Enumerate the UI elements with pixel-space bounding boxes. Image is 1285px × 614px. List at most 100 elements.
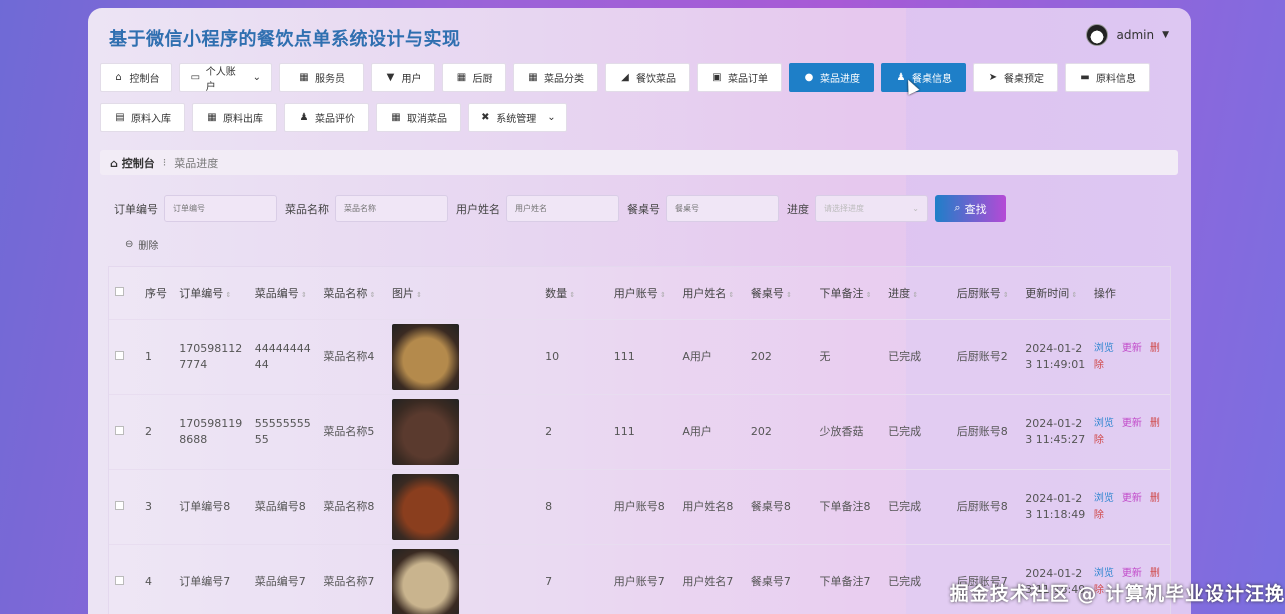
search-input-1[interactable]	[335, 195, 448, 222]
nav-label: 原料信息	[1096, 74, 1136, 85]
batch-delete-button[interactable]: ⊖ 删除	[125, 237, 158, 252]
edit-button[interactable]: 更新	[1122, 568, 1142, 579]
batch-delete-label: 删除	[138, 241, 159, 252]
dish-icon: ◢	[621, 72, 629, 83]
row-checkbox[interactable]	[115, 350, 124, 360]
select-all-checkbox[interactable]	[115, 287, 124, 297]
watermark: 掘金技术社区 @ 计算机毕业设计汪挽	[949, 583, 1285, 605]
nav-r2-4[interactable]: ✖ 系统管理 ⌄	[468, 103, 567, 132]
dish-image	[391, 548, 459, 614]
progress-placeholder: 请选择进度	[824, 204, 864, 213]
nav-r1-6[interactable]: ◢ 餐饮菜品	[605, 63, 690, 92]
cell-note: 下单备注7	[815, 543, 885, 614]
edit-button[interactable]: 更新	[1122, 418, 1142, 429]
nav-r1-4[interactable]: ▦ 后厨	[442, 63, 506, 92]
chevron-down-icon: ⌄	[912, 204, 919, 213]
minus-circle-icon: ⊖	[125, 239, 134, 250]
nav-r1-11[interactable]: ▬ 原料信息	[1065, 63, 1150, 92]
breadcrumb-home[interactable]: ⌂ 控制台	[110, 155, 155, 171]
sort-icon[interactable]: ⇕	[1069, 291, 1078, 299]
search-button[interactable]: ⌕ 查找	[935, 195, 1006, 222]
sort-icon[interactable]: ⇕	[223, 291, 232, 299]
nav-label: 菜品评价	[315, 114, 355, 125]
sort-icon[interactable]: ⇕	[567, 291, 575, 299]
cell-note: 无	[815, 318, 885, 394]
nav-r1-9[interactable]: ♟ 餐桌信息	[881, 63, 966, 92]
nav-r2-2[interactable]: ♟ 菜品评价	[284, 103, 369, 132]
nav-r1-3[interactable]: ▼ 用户	[371, 63, 435, 92]
column-header[interactable]: 菜品名称 ⇕	[319, 267, 388, 319]
column-header[interactable]: 后厨账号 ⇕	[953, 267, 1022, 319]
cell-qty: 2	[541, 393, 610, 469]
column-header[interactable]: 数量 ⇕	[541, 267, 610, 319]
cell-kitchen: 后厨账号2	[952, 318, 1022, 394]
nav-r1-5[interactable]: ▦ 菜品分类	[513, 63, 598, 92]
cell-idx: 2	[141, 393, 176, 469]
cell-idx: 4	[141, 543, 176, 614]
search-label: 订单编号	[114, 202, 158, 216]
view-button[interactable]: 浏览	[1094, 343, 1114, 354]
sort-icon[interactable]: ⇕	[864, 291, 872, 299]
search-bar: 订单编号 菜品名称 用户姓名 餐桌号 进度 请选择进度 ⌄ ⌕查找	[114, 195, 1006, 222]
cell-qty: 10	[541, 318, 610, 394]
nav-r1-0[interactable]: ⌂ 控制台	[100, 63, 172, 92]
sort-icon[interactable]: ⇕	[726, 291, 735, 299]
row-checkbox[interactable]	[115, 425, 124, 435]
sort-icon[interactable]: ⇕	[414, 291, 422, 299]
search-input-3[interactable]	[666, 195, 779, 222]
cell-progress: 已完成	[884, 393, 953, 469]
user-menu[interactable]: admin ▼	[1086, 24, 1169, 46]
cell-user_name: A用户	[678, 318, 747, 394]
home-icon: ⌂	[115, 72, 122, 83]
column-header[interactable]: 用户账号 ⇕	[610, 267, 679, 319]
column-header[interactable]: 更新时间 ⇕	[1021, 267, 1090, 319]
chevron-down-icon: ⌄	[547, 112, 556, 123]
cell-updated: 2024-01-23 11:49:01	[1021, 318, 1090, 394]
nav-r1-7[interactable]: ▣ 菜品订单	[697, 63, 782, 92]
column-header[interactable]: 订单编号 ⇕	[175, 267, 250, 319]
view-button[interactable]: 浏览	[1094, 493, 1114, 504]
nav-r1-2[interactable]: ▦ 服务员	[279, 63, 364, 92]
progress-select[interactable]: 请选择进度 ⌄	[815, 195, 928, 222]
sort-icon[interactable]: ⇕	[658, 291, 666, 299]
column-header[interactable]: 用户姓名 ⇕	[678, 267, 747, 319]
sort-icon[interactable]: ⇕	[367, 291, 376, 299]
view-button[interactable]: 浏览	[1094, 418, 1114, 429]
cell-user_name: 用户姓名8	[678, 468, 747, 544]
column-header[interactable]: 序号	[141, 267, 175, 319]
nav-r1-8[interactable]: ● 菜品进度	[789, 63, 874, 92]
column-header[interactable]: 图片 ⇕	[388, 267, 541, 319]
sort-icon[interactable]: ⇕	[299, 291, 307, 299]
sort-icon[interactable]: ⇕	[784, 291, 792, 299]
column-header[interactable]: 菜品编号 ⇕	[251, 267, 320, 319]
cell-note: 少放香菇	[815, 393, 885, 469]
column-header[interactable]: 下单备注 ⇕	[816, 267, 885, 319]
nav-r2-1[interactable]: ▦ 原料出库	[192, 103, 277, 132]
edit-button[interactable]: 更新	[1122, 343, 1142, 354]
column-header[interactable]: 进度 ⇕	[884, 267, 953, 319]
search-input-2[interactable]	[506, 195, 619, 222]
nav-label: 餐桌预定	[1004, 74, 1044, 85]
row-checkbox[interactable]	[115, 575, 124, 585]
grid-icon: ▦	[391, 112, 401, 123]
nav-r2-3[interactable]: ▦ 取消菜品	[376, 103, 461, 132]
cell-kitchen: 后厨账号8	[952, 393, 1022, 469]
nav-label: 原料入库	[131, 114, 171, 125]
breadcrumb-current: 菜品进度	[174, 156, 219, 170]
column-header[interactable]: 餐桌号 ⇕	[747, 267, 816, 319]
nav-r2-0[interactable]: ▤ 原料入库	[100, 103, 185, 132]
search-input-0[interactable]	[164, 195, 277, 222]
edit-button[interactable]: 更新	[1122, 493, 1142, 504]
nav-r1-1[interactable]: ▭ 个人账户 ⌄	[179, 63, 272, 93]
column-header: 操作	[1093, 286, 1116, 300]
sort-icon[interactable]: ⇕	[1001, 291, 1009, 299]
view-button[interactable]: 浏览	[1094, 568, 1114, 579]
nav-r1-10[interactable]: ➤ 餐桌预定	[973, 63, 1058, 92]
sort-icon[interactable]: ⇕	[910, 291, 918, 299]
cell-user_acct: 用户账号8	[609, 468, 679, 544]
row-checkbox[interactable]	[115, 500, 124, 510]
cell-user_name: 用户姓名7	[678, 543, 747, 614]
nav-row-2: ▤ 原料入库 ▦ 原料出库 ♟ 菜品评价 ▦ 取消菜品 ✖ 系统管理 ⌄	[100, 103, 1180, 132]
briefcase-icon: ▤	[115, 112, 125, 123]
breadcrumb-separator: ⁝	[162, 156, 167, 169]
